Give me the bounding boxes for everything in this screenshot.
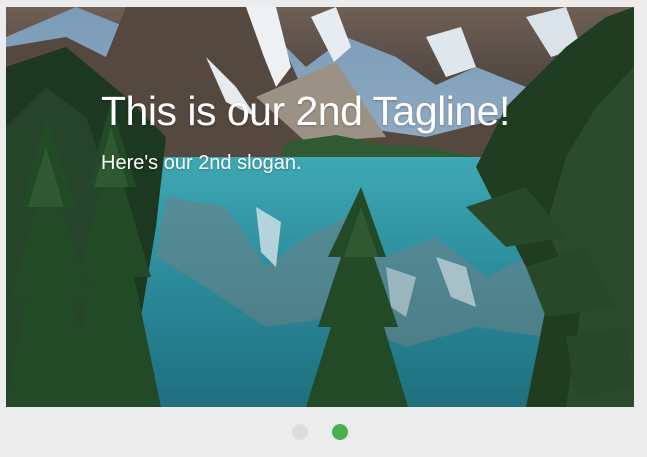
pagination-dot-2[interactable]: [331, 424, 348, 440]
slide-tagline: This is our 2nd Tagline!: [101, 88, 510, 134]
slide-slogan: Here's our 2nd slogan.: [101, 152, 302, 174]
slide-image-mountain-lake: [6, 7, 634, 407]
slider-pagination: [0, 424, 643, 442]
pagination-dot-1[interactable]: [291, 424, 308, 440]
slide-caption: This is our 2nd Tagline! Here's our 2nd …: [101, 87, 601, 175]
image-slider[interactable]: This is our 2nd Tagline! Here's our 2nd …: [6, 7, 634, 407]
